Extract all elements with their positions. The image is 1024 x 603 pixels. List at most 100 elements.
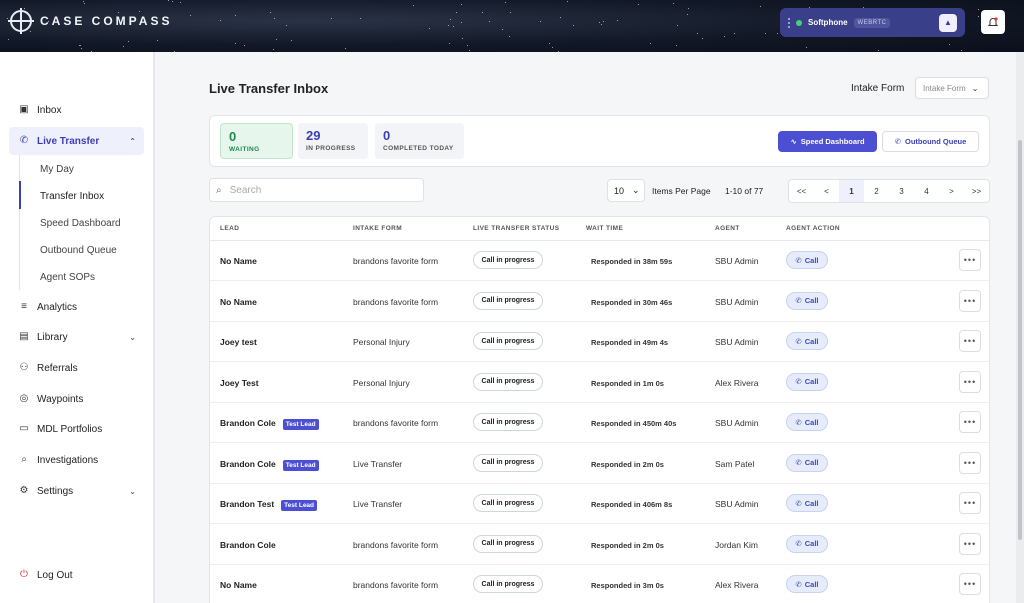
star-decoration <box>180 2 181 3</box>
stat-label: IN PROGRESS <box>306 145 356 152</box>
drag-handle-icon[interactable] <box>788 17 790 28</box>
call-button[interactable]: ✆ Call <box>786 372 828 391</box>
lead-name-text: Brandon Test <box>220 499 275 509</box>
sidebar-item-investigations[interactable]: ⌕ Investigations <box>9 446 144 474</box>
call-button[interactable]: ✆ Call <box>786 534 828 553</box>
star-decoration <box>24 8 25 9</box>
call-button[interactable]: ✆ Call <box>786 291 828 310</box>
star-decoration <box>123 46 124 47</box>
star-decoration <box>549 43 550 44</box>
sidebar-subitem-transfer-inbox[interactable]: Transfer Inbox <box>40 191 104 202</box>
sidebar-subitem-agent-sops[interactable]: Agent SOPs <box>40 272 95 283</box>
stat-completed-today[interactable]: 0 COMPLETED TODAY <box>375 123 464 159</box>
stat-in-progress[interactable]: 29 IN PROGRESS <box>298 123 368 159</box>
sidebar-item-live-transfer[interactable]: ✆ Live Transfer ⌃ <box>9 127 144 155</box>
table-row[interactable]: Brandon Cole Test Lead Live Transfer Call i… <box>210 444 989 484</box>
submenu-active-indicator <box>19 181 21 209</box>
sidebar-item-referrals[interactable]: ⚇ Referrals <box>9 354 144 382</box>
more-actions-button[interactable]: ••• <box>959 249 981 271</box>
star-decoration <box>462 38 463 39</box>
table-row[interactable]: Brandon Cole brandons favorite form Call i… <box>210 525 989 565</box>
chevron-down-icon: ⌄ <box>129 332 136 342</box>
page-size-select[interactable]: 10 ⌄ <box>607 179 645 202</box>
more-actions-button[interactable]: ••• <box>959 532 981 555</box>
phone-icon: ✆ <box>795 377 802 386</box>
intake-form-select-value: Intake Form <box>923 83 966 93</box>
sidebar-subitem-speed-dashboard[interactable]: Speed Dashboard <box>40 218 121 229</box>
pagination-range: 1-10 of 77 <box>725 186 764 196</box>
more-actions-button[interactable]: ••• <box>959 370 981 393</box>
star-decoration <box>638 4 639 5</box>
page-button-3[interactable]: 3 <box>889 180 914 202</box>
table-row[interactable]: Brandon Test Test Lead Live Transfer Call i… <box>210 484 989 524</box>
star-decoration <box>765 33 766 34</box>
last-page-button[interactable]: >> <box>964 180 989 202</box>
sidebar-item-library[interactable]: ▤ Library ⌄ <box>9 323 144 351</box>
star-decoration <box>220 20 221 21</box>
star-decoration <box>174 51 175 52</box>
power-icon: ⏻ <box>20 569 28 580</box>
star-decoration <box>697 33 698 34</box>
star-decoration <box>650 43 651 44</box>
star-decoration <box>168 0 169 1</box>
status-badge: Call in progress <box>473 453 543 472</box>
more-actions-button[interactable]: ••• <box>959 411 981 433</box>
agent-cell: Jordan Kim <box>715 539 758 550</box>
expand-softphone-button[interactable]: ▲ <box>939 13 957 32</box>
outbound-queue-button[interactable]: ✆ Outbound Queue <box>882 131 979 152</box>
call-button[interactable]: ✆ Call <box>786 453 828 472</box>
softphone-widget[interactable]: Softphone WEBRTC ▲ <box>780 8 965 37</box>
logout-button[interactable]: ⏻ Log Out <box>9 561 144 589</box>
call-button[interactable]: ✆ Call <box>786 494 828 512</box>
page-button-2[interactable]: 2 <box>864 180 889 202</box>
star-decoration <box>190 15 191 16</box>
more-actions-button[interactable]: ••• <box>959 330 981 352</box>
sidebar-item-settings[interactable]: ⚙ Settings ⌄ <box>9 477 144 505</box>
stat-value: 0 <box>229 129 237 144</box>
notifications-button[interactable] <box>981 10 1005 34</box>
call-button[interactable]: ✆ Call <box>786 332 828 350</box>
more-actions-button[interactable]: ••• <box>959 492 981 514</box>
page-scrollbar-thumb[interactable] <box>1018 140 1022 540</box>
speed-dashboard-button[interactable]: ∿ Speed Dashboard <box>778 131 877 152</box>
table-row[interactable]: No Name brandons favorite form Call in pro… <box>210 241 989 281</box>
intake-form-cell: brandons favorite form <box>353 418 439 428</box>
ellipsis-icon: ••• <box>963 336 977 346</box>
call-button[interactable]: ✆ Call <box>786 251 828 269</box>
intake-form-select[interactable]: Intake Form ⌄ <box>915 77 989 99</box>
softphone-label: Softphone <box>808 18 848 27</box>
first-page-button[interactable]: << <box>789 180 814 202</box>
sidebar-subitem-outbound-queue[interactable]: Outbound Queue <box>40 245 117 256</box>
more-actions-button[interactable]: ••• <box>959 573 981 595</box>
table-row[interactable]: Brandon Cole Test Lead brandons favorite f… <box>210 403 989 443</box>
brand-logo[interactable]: CASE COMPASS <box>8 8 172 34</box>
star-decoration <box>83 1 84 2</box>
page-button-4[interactable]: 4 <box>914 180 939 202</box>
page-button-1[interactable]: 1 <box>839 180 864 202</box>
next-page-button[interactable]: > <box>939 180 964 202</box>
table-row[interactable]: Joey test Personal Injury Call in progress… <box>210 322 989 362</box>
table-row[interactable]: No Name brandons favorite form Call in pro… <box>210 282 989 322</box>
sidebar-item-mdl-portfolios[interactable]: ▭ MDL Portfolios <box>9 415 144 443</box>
agent-cell: SBU Admin <box>715 418 759 428</box>
page-title: Live Transfer Inbox <box>209 81 329 96</box>
table-row[interactable]: Joey Test Personal Injury Call in progress… <box>210 363 989 403</box>
sidebar-item-analytics[interactable]: ≡ Analytics <box>9 293 144 321</box>
top-header: CASE COMPASS Softphone WEBRTC ▲ <box>0 0 1024 52</box>
search-input[interactable]: ⌕ Search <box>209 178 424 202</box>
sidebar-item-waypoints[interactable]: ◎ Waypoints <box>9 385 144 413</box>
lead-name: Joey Test <box>220 378 259 388</box>
sidebar-item-inbox[interactable]: ▣ Inbox <box>9 96 144 124</box>
call-button[interactable]: ✆ Call <box>786 575 828 593</box>
call-label: Call <box>804 458 819 467</box>
sidebar-subitem-my-day[interactable]: My Day <box>40 164 74 175</box>
table-row[interactable]: No Name brandons favorite form Call in pro… <box>210 565 989 603</box>
star-decoration <box>235 43 236 44</box>
more-actions-button[interactable]: ••• <box>959 451 981 474</box>
stat-waiting[interactable]: 0 WAITING <box>220 123 293 159</box>
more-actions-button[interactable]: ••• <box>959 289 981 312</box>
star-decoration <box>128 41 129 42</box>
prev-page-button[interactable]: < <box>814 180 839 202</box>
pagination: << < 1 2 3 4 > >> <box>788 179 990 203</box>
call-button[interactable]: ✆ Call <box>786 413 828 431</box>
